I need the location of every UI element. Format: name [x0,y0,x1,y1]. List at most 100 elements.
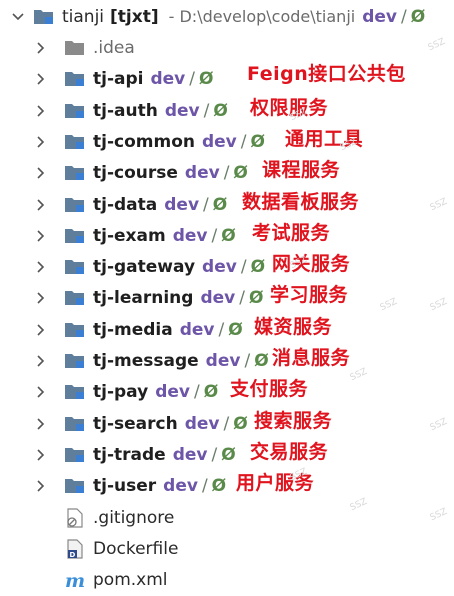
module-folder-icon [64,414,86,434]
root-module: [tjxt] [110,7,159,27]
chevron-down-icon[interactable] [11,10,25,24]
branch-label: dev [172,225,208,246]
item-name: tj-exam [93,225,166,246]
vcs-separator: / [223,163,230,184]
tree-item-tj-search[interactable]: tj-search dev / Ø 搜索服务 [0,410,454,438]
project-tree: tianji [tjxt] - D:\develop\code\tianji d… [0,0,454,596]
module-folder-icon [33,7,55,27]
module-folder-icon [64,101,86,121]
file-name: .gitignore [93,507,175,528]
tree-item-tj-exam[interactable]: tj-exam dev / Ø 考试服务 [0,222,454,250]
chevron-right-icon[interactable] [33,229,47,243]
annotation-label: 学习服务 [270,284,349,307]
item-name: tj-user [93,476,157,497]
chevron-right-icon[interactable] [33,104,47,118]
branch-label: dev [164,194,200,215]
vcs-separator: / [240,257,247,278]
branch-label: dev [164,100,200,121]
vcs-separator: / [218,319,225,340]
item-name: tj-media [93,319,173,340]
vcs-status-icon: Ø [211,476,227,497]
vcs-status-icon: Ø [221,225,236,246]
tree-item-tj-course[interactable]: tj-course dev / Ø 课程服务 [0,159,454,187]
root-slash: / [401,7,407,27]
branch-label: dev [155,382,190,403]
item-name: tj-auth [93,100,158,121]
tree-file-gitignore[interactable]: .gitignore [0,504,454,532]
vcs-separator: / [244,351,251,371]
chevron-right-icon[interactable] [33,417,47,431]
svg-text:m: m [65,570,85,590]
tree-file-pom-xml[interactable]: m pom.xml [0,566,454,594]
root-name: tianji [62,7,105,27]
annotation-label: 数据看板服务 [242,190,360,213]
item-name: tj-trade [93,444,166,465]
chevron-right-icon[interactable] [33,41,47,55]
chevron-right-icon[interactable] [33,291,47,305]
annotation-label: 支付服务 [230,378,309,401]
tree-item-tj-common[interactable]: tj-common dev / Ø 通用工具 [0,128,454,156]
module-folder-icon [64,163,86,183]
branch-label: dev [200,288,236,309]
item-name: tj-message [93,351,199,371]
vcs-separator: / [240,131,247,152]
annotation-label: 消息服务 [272,347,351,369]
tree-item-idea[interactable]: .idea [0,34,454,62]
item-name: tj-data [93,194,158,215]
vcs-status-icon: Ø [250,131,265,152]
tree-item-tj-message[interactable]: tj-message dev / Ø 消息服务 [0,347,454,375]
chevron-right-icon[interactable] [33,260,47,274]
svg-text:D: D [70,551,76,559]
tree-item-tj-media[interactable]: tj-media dev / Ø 媒资服务 [0,316,454,344]
chevron-right-icon[interactable] [33,135,47,149]
tree-item-tj-trade[interactable]: tj-trade dev / Ø 交易服务 [0,441,454,469]
vcs-separator: / [201,476,208,497]
tree-item-tj-gateway[interactable]: tj-gateway dev / Ø 网关服务 [0,253,454,281]
item-name: tj-common [93,131,195,152]
module-folder-icon [64,320,86,340]
annotation-label: 考试服务 [252,221,331,244]
chevron-right-icon[interactable] [33,72,47,86]
tree-item-tj-data[interactable]: tj-data dev / Ø 数据看板服务 [0,191,454,219]
annotation-label: 网关服务 [272,253,351,276]
tree-item-tj-auth[interactable]: tj-auth dev / Ø 权限服务 [0,97,454,125]
chevron-right-icon[interactable] [33,166,47,180]
tree-item-tj-api[interactable]: tj-api dev / Ø Feign接口公共包 [0,63,454,93]
gitignore-file-icon [64,507,86,528]
item-name: tj-search [93,413,178,434]
chevron-right-icon[interactable] [33,198,47,212]
chevron-right-icon[interactable] [33,354,47,368]
vcs-status-icon: Ø [203,382,219,403]
tree-item-tj-pay[interactable]: tj-pay dev / Ø 支付服务 [0,378,454,406]
item-name: tj-pay [93,382,149,403]
vcs-separator: / [203,100,210,121]
chevron-right-icon[interactable] [33,385,47,399]
vcs-separator: / [239,288,245,309]
vcs-status-icon: Ø [248,288,264,309]
annotation-label: 媒资服务 [254,315,333,338]
tree-item-tj-user[interactable]: tj-user dev / Ø 用户服务 [0,472,454,500]
vcs-separator: / [189,69,195,90]
chevron-right-icon[interactable] [33,323,47,337]
module-folder-icon [64,226,86,246]
maven-pom-icon: m [64,570,86,592]
item-name: tj-learning [93,288,194,309]
vcs-status-icon: Ø [199,69,214,90]
vcs-separator: / [223,413,230,434]
chevron-right-icon[interactable] [33,448,47,462]
chevron-right-icon[interactable] [33,479,47,493]
branch-label: dev [205,351,241,371]
tree-root-row[interactable]: tianji [tjxt] - D:\develop\code\tianji d… [0,3,454,31]
branch-label: dev [163,476,198,497]
vcs-status-icon: Ø [228,319,243,340]
folder-icon [64,38,86,58]
branch-label: dev [184,163,220,184]
module-folder-icon [64,476,86,496]
vcs-separator: / [203,194,209,215]
item-name: tj-gateway [93,257,196,278]
module-folder-icon [64,288,86,308]
tree-file-Dockerfile[interactable]: D Dockerfile [0,535,454,563]
vcs-separator: / [194,382,200,403]
module-folder-icon [64,382,86,402]
branch-label: dev [201,131,237,152]
